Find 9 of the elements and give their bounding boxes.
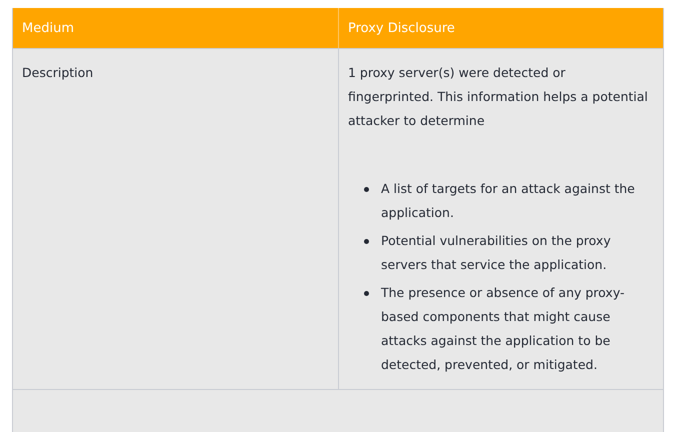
bullet-icon — [364, 187, 369, 192]
row-label: Description — [22, 65, 94, 80]
bullet-icon — [364, 291, 369, 296]
bullet-icon — [364, 239, 369, 244]
description-text: 1 proxy server(s) were detected or fingerprinted. This information helps a potential attacker to determine — [348, 64, 649, 130]
list-item-text: Potential vulnerabilities on the proxy servers that service the application. — [381, 232, 612, 274]
list-item-text: A list of targets for an attack against the application. — [381, 180, 636, 222]
header-cell-text: Medium — [21, 20, 75, 38]
list-item-text: The presence or absence of any proxy-based components that might cause attacks against the application to be detected, prevented, or mitigated. — [381, 284, 626, 374]
